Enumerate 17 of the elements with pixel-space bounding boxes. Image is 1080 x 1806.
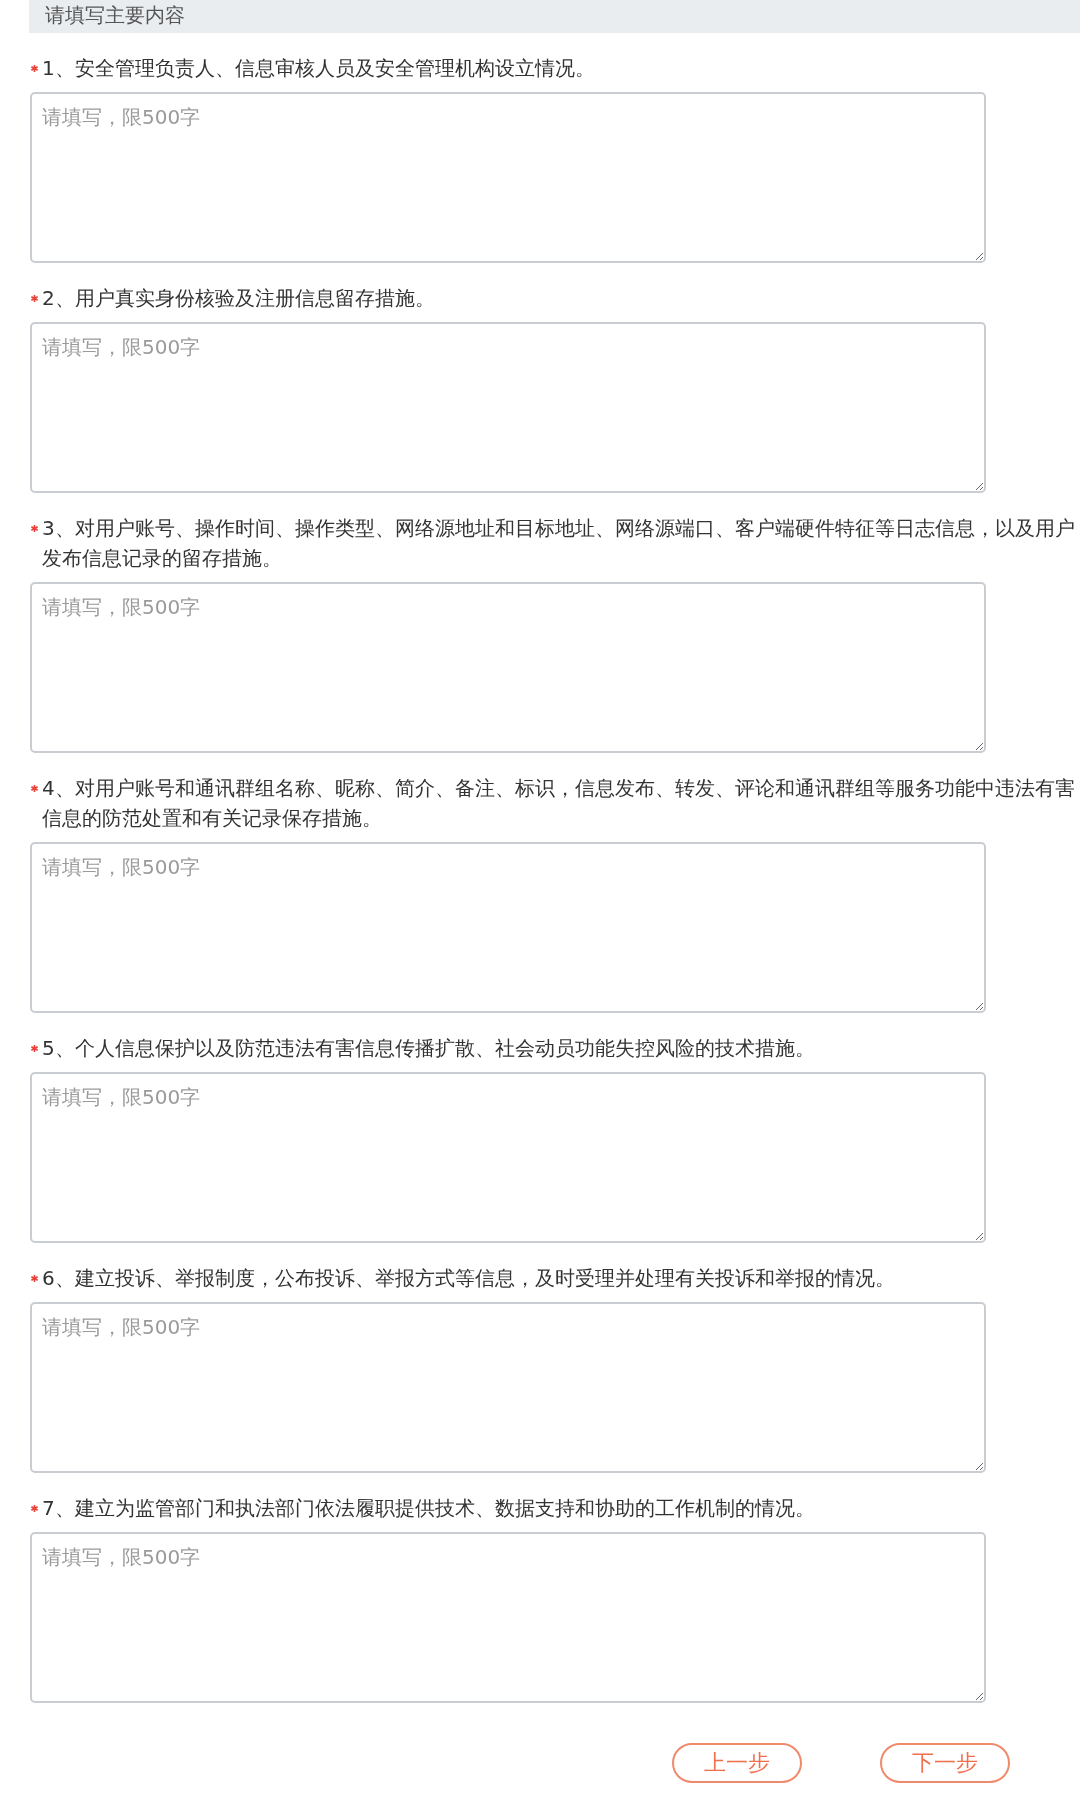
answer-box[interactable]: 请填写，限500字: [30, 322, 986, 493]
question-label: 3、对用户账号、操作时间、操作类型、网络源地址和目标地址、网络源端口、客户端硬件特征等日志信息，以及用户发布信息记录的留存措施。: [42, 515, 1076, 572]
question-label: 2、用户真实身份核验及注册信息留存措施。: [42, 285, 436, 312]
question-label: 1、安全管理负责人、信息审核人员及安全管理机构设立情况。: [42, 55, 596, 82]
answer-box[interactable]: 请填写，限500字: [30, 1302, 986, 1473]
answer-box[interactable]: 请填写，限500字: [30, 1072, 986, 1243]
answer-box[interactable]: 请填写，限500字: [30, 582, 986, 753]
next-button[interactable]: 下一步: [880, 1743, 1010, 1783]
answer-box[interactable]: 请填写，限500字: [30, 92, 986, 263]
question-label: 7、建立为监管部门和执法部门依法履职提供技术、数据支持和协助的工作机制的情况。: [42, 1495, 816, 1522]
question-label: 6、建立投诉、举报制度，公布投诉、举报方式等信息，及时受理并处理有关投诉和举报的情况。: [42, 1265, 896, 1292]
question-label: 4、对用户账号和通讯群组名称、昵称、简介、备注、标识，信息发布、转发、评论和通讯群组等服务功能中违法有害信息的防范处置和有关记录保存措施。: [42, 775, 1076, 832]
answer-box[interactable]: 请填写，限500字: [30, 842, 986, 1013]
answer-box[interactable]: 请填写，限500字: [30, 1532, 986, 1703]
section-header: 请填写主要内容: [29, 0, 1080, 33]
question-label: 5、个人信息保护以及防范违法有害信息传播扩散、社会动员功能失控风险的技术措施。: [42, 1035, 816, 1062]
previous-button[interactable]: 上一步: [672, 1743, 802, 1783]
